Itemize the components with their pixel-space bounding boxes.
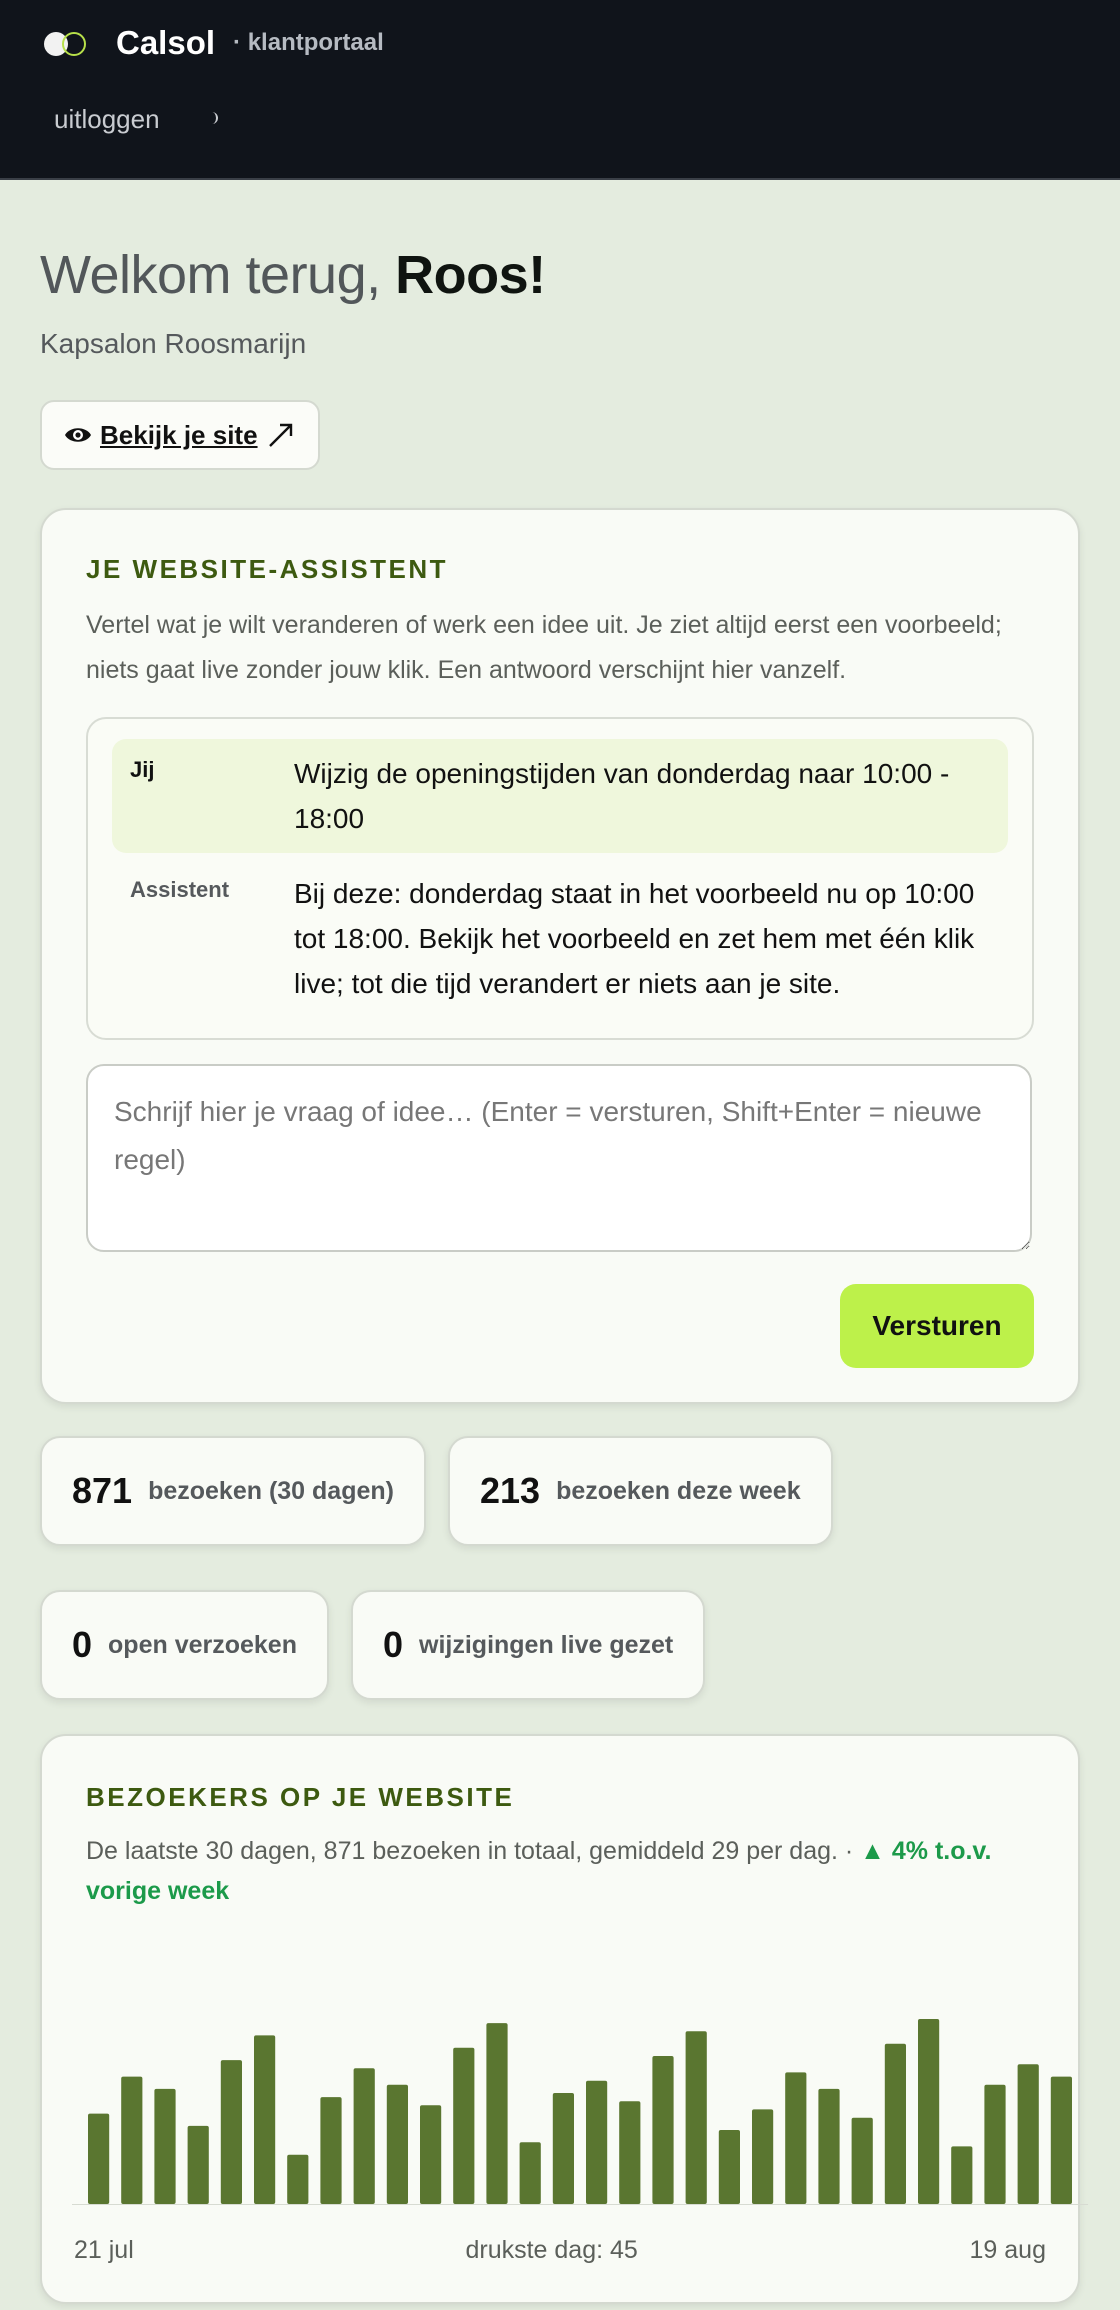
stat-open-requests: 0 open verzoeken xyxy=(40,1590,329,1700)
chart-bar-1-aug xyxy=(453,2047,475,2204)
chart-bar-27-jul xyxy=(287,2154,309,2204)
chart-bar-23-jul xyxy=(154,2088,176,2204)
stats-row: 871 bezoeken (30 dagen) 213 bezoeken dez… xyxy=(40,1436,1080,1700)
chart-bar-17-aug xyxy=(984,2084,1006,2204)
stat-label: bezoeken (30 dagen) xyxy=(148,1476,394,1505)
message-author: Assistent xyxy=(130,877,230,902)
brand[interactable]: Calsol · klantportaal xyxy=(44,24,384,62)
message-text: Bij deze: donderdag staat in het voorbee… xyxy=(294,878,975,999)
view-site-button[interactable]: Bekijk je site xyxy=(40,400,320,470)
chart-bar-30-jul xyxy=(386,2084,408,2204)
stat-label: wijzigingen live gezet xyxy=(419,1630,674,1659)
stat-label: bezoeken deze week xyxy=(556,1476,801,1505)
greeting-text: Welkom terug, xyxy=(40,245,381,305)
chart-bar-8-aug xyxy=(685,2031,707,2204)
chart-end-label: 19 aug xyxy=(969,2236,1046,2264)
chart-bar-12-aug xyxy=(818,2088,840,2204)
stat-label: open verzoeken xyxy=(108,1630,297,1659)
message-text: Wijzig de openingstijden van donderdag n… xyxy=(294,758,950,834)
chart-bar-2-aug xyxy=(486,2023,508,2204)
chart-bar-11-aug xyxy=(785,2072,807,2204)
chart-bar-4-aug xyxy=(552,2093,574,2204)
visitors-bar-chart xyxy=(72,2019,1088,2205)
logo-icon xyxy=(44,28,92,58)
chart-bar-29-jul xyxy=(353,2068,375,2204)
page-title: Welkom terug, Roos! xyxy=(40,244,1080,306)
chart-bar-6-aug xyxy=(619,2101,641,2204)
chart-start-label: 21 jul xyxy=(74,2236,134,2264)
chart-bar-14-aug xyxy=(884,2043,906,2204)
chat-log[interactable]: Jij Wijzig de openingstijden van donderd… xyxy=(86,717,1034,1040)
chart-bar-10-aug xyxy=(752,2109,774,2204)
chart-bar-26-jul xyxy=(254,2035,276,2204)
chart-bar-19-aug xyxy=(1050,2076,1072,2204)
stat-value: 213 xyxy=(479,1470,541,1511)
chart-bar-9-aug xyxy=(718,2130,740,2204)
send-button[interactable]: Versturen xyxy=(840,1284,1034,1368)
chart-bar-15-aug xyxy=(918,2019,940,2204)
eye-icon xyxy=(65,428,91,442)
logout-link[interactable]: uitloggen xyxy=(54,104,160,135)
message-author: Jij xyxy=(130,757,155,782)
chart-bar-16-aug xyxy=(951,2146,973,2204)
brand-name: Calsol xyxy=(116,24,216,61)
assistant-title: JE WEBSITE-ASSISTENT xyxy=(86,554,449,584)
stat-value: 0 xyxy=(72,1624,93,1665)
visitors-card: BEZOEKERS OP JE WEBSITE De laatste 30 da… xyxy=(40,1734,1088,2304)
chart-bar-31-jul xyxy=(420,2105,442,2204)
stat-changes-live: 0 wijzigingen live gezet xyxy=(350,1590,706,1700)
chart-bar-21-jul xyxy=(88,2113,110,2204)
stat-value: 871 xyxy=(72,1470,133,1511)
company-name: Kapsalon Roosmarijn xyxy=(40,328,307,359)
user-name: Roos! xyxy=(395,245,546,305)
chat-message-user: Jij Wijzig de openingstijden van donderd… xyxy=(112,739,1008,853)
visitors-title: BEZOEKERS OP JE WEBSITE xyxy=(86,1782,515,1812)
brand-subtitle: · klantportaal xyxy=(233,29,384,56)
stat-visits-30-days: 871 bezoeken (30 dagen) xyxy=(40,1436,426,1546)
chart-bar-28-jul xyxy=(320,2097,342,2204)
chart-bar-3-aug xyxy=(519,2142,541,2204)
stat-visits-this-week: 213 bezoeken deze week xyxy=(447,1436,833,1546)
chart-bar-13-aug xyxy=(851,2117,873,2204)
visitors-summary: De laatste 30 dagen, 871 bezoeken in tot… xyxy=(86,1837,854,1865)
visitors-description: De laatste 30 dagen, 871 bezoeken in tot… xyxy=(86,1831,1034,1911)
assistant-description: Vertel wat je wilt veranderen of werk ee… xyxy=(86,611,1002,684)
chart-bar-25-jul xyxy=(220,2060,242,2204)
view-site-label: Bekijk je site xyxy=(100,419,258,450)
theme-toggle-icon[interactable] xyxy=(208,111,222,125)
top-bar: Calsol · klantportaal uitloggen xyxy=(0,0,1120,180)
assistant-card: JE WEBSITE-ASSISTENT Vertel wat je wilt … xyxy=(40,508,1080,1404)
chart-bar-7-aug xyxy=(652,2056,674,2204)
chart-bar-24-jul xyxy=(187,2125,209,2204)
message-input[interactable] xyxy=(86,1064,1032,1252)
chart-bar-22-jul xyxy=(121,2076,143,2204)
external-arrow-icon xyxy=(268,423,292,447)
chart-bar-18-aug xyxy=(1017,2064,1039,2204)
stat-value: 0 xyxy=(382,1624,404,1665)
chart-bar-5-aug xyxy=(586,2080,608,2204)
chart-peak-label: drukste dag: 45 xyxy=(465,2236,638,2264)
chat-message-assistant: Assistent Bij deze: donderdag staat in h… xyxy=(112,859,1008,1018)
